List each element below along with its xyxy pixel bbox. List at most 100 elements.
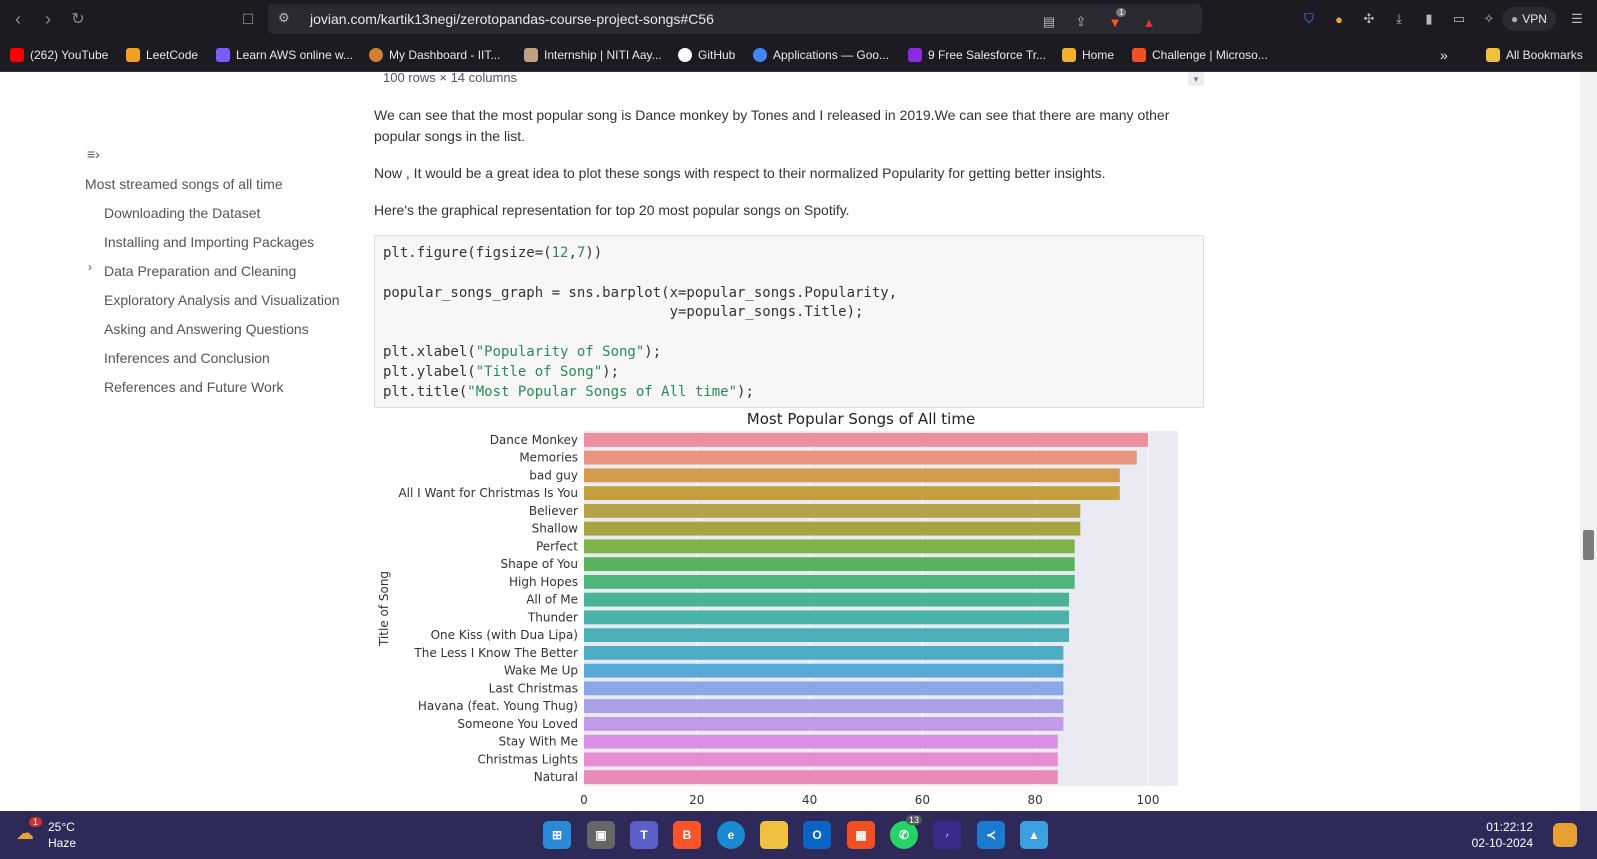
toc-item[interactable]: References and Future Work bbox=[104, 379, 284, 395]
bookmark-label: Learn AWS online w... bbox=[236, 48, 353, 62]
code-line: plt.figure(figsize=(12,7)) bbox=[383, 245, 603, 261]
page-scrollbar[interactable] bbox=[1580, 72, 1597, 811]
all-bookmarks-button[interactable]: All Bookmarks bbox=[1486, 46, 1583, 64]
y-tick-label: Last Christmas bbox=[489, 681, 578, 695]
markdown-paragraph: Now , It would be a great idea to plot t… bbox=[374, 165, 1106, 181]
forward-icon[interactable]: › bbox=[36, 7, 60, 31]
leetcode-icon bbox=[126, 48, 140, 62]
x-tick-label: 0 bbox=[580, 793, 588, 807]
markdown-paragraph: We can see that the most popular song is… bbox=[374, 107, 1170, 144]
edge-icon[interactable]: e bbox=[717, 821, 745, 849]
brave-rewards-icon[interactable]: ▲ bbox=[1140, 13, 1158, 31]
bar bbox=[584, 539, 1075, 554]
bookmark-label: GitHub bbox=[698, 48, 736, 62]
x-tick-label: 80 bbox=[1028, 793, 1043, 807]
code-line: plt.title("Most Popular Songs of All tim… bbox=[383, 383, 754, 400]
y-tick-label: Someone You Loved bbox=[457, 717, 578, 731]
vpn-button[interactable]: ● VPN bbox=[1502, 7, 1556, 31]
bitwarden-icon[interactable]: ⛉ bbox=[1300, 10, 1318, 28]
whatsapp-icon[interactable]: ✆ bbox=[890, 821, 918, 849]
code-line: y=popular_songs.Title); bbox=[383, 304, 864, 321]
menu-icon[interactable]: ☰ bbox=[1568, 10, 1586, 28]
reload-icon[interactable]: ↻ bbox=[66, 7, 90, 31]
bookmark-label: 9 Free Salesforce Tr... bbox=[928, 48, 1047, 62]
y-tick-label: Natural bbox=[534, 770, 578, 784]
brave-icon[interactable]: B bbox=[673, 821, 701, 849]
y-tick-label: Shape of You bbox=[501, 557, 578, 571]
cookie-icon[interactable]: ● bbox=[1330, 10, 1348, 28]
y-tick-label: Perfect bbox=[536, 539, 578, 553]
bookmark-label: Internship | NITI Aay... bbox=[544, 48, 662, 62]
bookmark-applications[interactable]: Applications — Goo... bbox=[753, 46, 889, 64]
wallet-icon[interactable]: ▭ bbox=[1450, 10, 1468, 28]
teams-icon[interactable]: T bbox=[630, 821, 658, 849]
weather-temperature[interactable]: 25°C bbox=[48, 820, 75, 834]
plot-area bbox=[584, 431, 1178, 786]
bookmark-niti[interactable]: Internship | NITI Aay... bbox=[524, 46, 662, 64]
chevron-right-icon[interactable]: › bbox=[88, 260, 92, 274]
store-icon[interactable]: ▦ bbox=[847, 821, 875, 849]
bar bbox=[584, 770, 1058, 785]
whatsapp-badge: 13 bbox=[906, 815, 923, 825]
bookmark-leetcode[interactable]: LeetCode bbox=[126, 46, 198, 64]
home-box-icon bbox=[1062, 48, 1076, 62]
code-cell[interactable]: plt.figure(figsize=(12,7)) popular_songs… bbox=[374, 235, 1204, 408]
x-tick-label: 40 bbox=[802, 793, 817, 807]
bar bbox=[584, 592, 1070, 607]
toc-item[interactable]: Installing and Importing Packages bbox=[104, 234, 314, 250]
more-bookmarks-icon[interactable]: » bbox=[1440, 46, 1448, 64]
toc-item[interactable]: Asking and Answering Questions bbox=[104, 321, 309, 337]
url-text[interactable]: jovian.com/kartik13negi/zerotopandas-cou… bbox=[310, 11, 714, 27]
start-icon[interactable]: ⊞ bbox=[543, 821, 571, 849]
outlook-icon[interactable]: O bbox=[803, 821, 831, 849]
weather-condition[interactable]: Haze bbox=[48, 836, 76, 850]
toc-title[interactable]: Most streamed songs of all time bbox=[85, 176, 283, 192]
bookmark-home[interactable]: Home bbox=[1062, 46, 1114, 64]
file-explorer-icon[interactable] bbox=[760, 821, 788, 849]
amazon-music-icon[interactable]: ♪ bbox=[933, 821, 961, 849]
dashboard-icon bbox=[369, 48, 383, 62]
bar bbox=[584, 468, 1120, 483]
chevron-down-icon[interactable]: ▾ bbox=[1188, 72, 1204, 86]
bookmark-aws[interactable]: Learn AWS online w... bbox=[216, 46, 353, 64]
bar bbox=[584, 699, 1064, 714]
x-tick-label: 60 bbox=[915, 793, 930, 807]
toc-item[interactable]: Exploratory Analysis and Visualization bbox=[104, 292, 340, 308]
bookmark-salesforce[interactable]: 9 Free Salesforce Tr... bbox=[908, 46, 1046, 64]
reader-mode-icon[interactable]: ▤ bbox=[1040, 13, 1058, 31]
code-line: plt.ylabel("Title of Song"); bbox=[383, 363, 620, 380]
extensions-icon[interactable]: ✣ bbox=[1360, 10, 1378, 28]
clock-time[interactable]: 01:22:12 bbox=[1486, 820, 1533, 834]
bookmark-microsoft[interactable]: Challenge | Microso... bbox=[1132, 46, 1268, 64]
scroll-thumb[interactable] bbox=[1583, 530, 1594, 560]
bar bbox=[584, 574, 1075, 589]
sidebar-icon[interactable]: ▮ bbox=[1420, 10, 1438, 28]
back-icon[interactable]: ‹ bbox=[6, 7, 30, 31]
shields-badge: 1 bbox=[1116, 8, 1127, 17]
bookmark-icon[interactable]: ☐ bbox=[236, 7, 260, 31]
bookmark-dashboard[interactable]: My Dashboard - IIT... bbox=[369, 46, 500, 64]
copilot-icon[interactable] bbox=[1553, 823, 1577, 847]
task-view-icon[interactable]: ▣ bbox=[587, 821, 615, 849]
vscode-icon[interactable]: ≺ bbox=[977, 821, 1005, 849]
y-tick-label: High Hopes bbox=[509, 575, 578, 589]
y-axis-label: Title of Song bbox=[377, 571, 391, 647]
download-icon[interactable]: ⤓ bbox=[1390, 10, 1408, 28]
toc-item[interactable]: Downloading the Dataset bbox=[104, 205, 260, 221]
github-icon bbox=[678, 48, 692, 62]
toc-toggle-icon[interactable]: ≡› bbox=[87, 146, 100, 162]
leo-ai-icon[interactable]: ✧ bbox=[1480, 10, 1498, 28]
share-icon[interactable]: ⇪ bbox=[1072, 13, 1090, 31]
photos-icon[interactable]: ▲ bbox=[1020, 821, 1048, 849]
bookmark-github[interactable]: GitHub bbox=[678, 46, 735, 64]
address-bar[interactable]: ⚙ jovian.com/kartik13negi/zerotopandas-c… bbox=[268, 4, 1202, 34]
y-tick-label: Christmas Lights bbox=[477, 752, 578, 766]
site-settings-icon[interactable]: ⚙ bbox=[278, 10, 290, 26]
y-tick-label: One Kiss (with Dua Lipa) bbox=[431, 628, 578, 642]
toc-item[interactable]: Data Preparation and Cleaning bbox=[104, 263, 296, 279]
windows-taskbar: ☁ 1 25°C Haze ⊞ ▣ T B e O ▦ ✆ 13 ♪ ≺ ▲ 0… bbox=[0, 811, 1597, 859]
toc-item[interactable]: Inferences and Conclusion bbox=[104, 350, 270, 366]
bookmark-youtube[interactable]: (262) YouTube bbox=[10, 46, 108, 64]
bar bbox=[584, 734, 1058, 749]
clock-date[interactable]: 02-10-2024 bbox=[1472, 836, 1533, 850]
